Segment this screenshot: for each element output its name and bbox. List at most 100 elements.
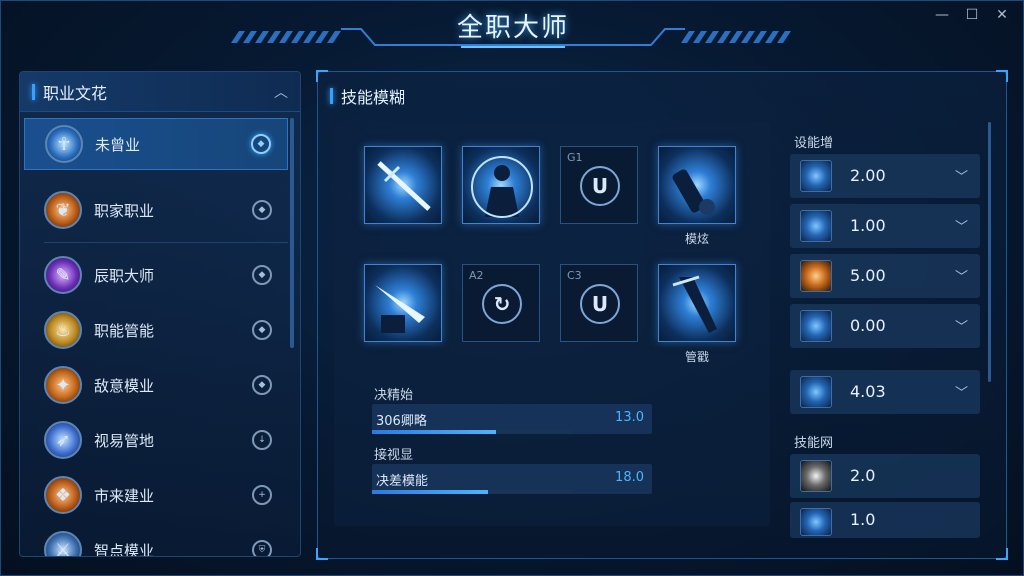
skill-grid: G1 U 模炫 A2 ↻ C3 U 管戳 决精始 306卿略 13.0 接视显 …: [334, 122, 770, 526]
job-radio[interactable]: ↓: [252, 430, 272, 450]
skill-slot[interactable]: C3 U: [560, 264, 638, 342]
stat-row[interactable]: 1.00 ﹀: [790, 204, 980, 248]
job-radio[interactable]: ◆: [252, 375, 272, 395]
stat-value: 1.0: [850, 510, 876, 529]
job-radio[interactable]: ◆: [252, 320, 272, 340]
slot-code: C3: [567, 269, 582, 282]
job-list-panel: 职业文花 ︿ ☥ 未曾业 ◆ ❦ 职家职业 ◆ ✎ 辰职大师 ◆ ♨ 职能管能 …: [19, 71, 301, 557]
job-item[interactable]: ➶ 视易管地 ↓: [24, 414, 288, 466]
job-radio[interactable]: ◆: [251, 134, 271, 154]
stat-value: 2.00: [850, 166, 886, 185]
arrow-icon: ➶: [44, 421, 82, 459]
accent-bar: [32, 83, 35, 100]
skill-caption: 管戳: [684, 350, 709, 364]
stats-scrollbar[interactable]: [988, 122, 991, 382]
skill-slot[interactable]: [364, 264, 442, 342]
job-item-label: 未曾业: [95, 135, 141, 154]
skill-slot[interactable]: [462, 146, 540, 224]
crest-icon: ❖: [44, 476, 82, 514]
chevron-up-icon[interactable]: ︿: [274, 82, 288, 102]
stat-bar: 306卿略 13.0: [372, 404, 652, 434]
stat-row[interactable]: 2.0: [790, 454, 980, 498]
skill-slot[interactable]: [364, 146, 442, 224]
job-list-scrollbar[interactable]: [290, 118, 294, 348]
job-item-label: 智点模业: [94, 541, 155, 557]
slot-glyph: ↻: [482, 284, 522, 324]
stat-value: 0.00: [850, 316, 886, 335]
slot-code: A2: [469, 269, 484, 282]
job-item[interactable]: ✎ 辰职大师 ◆: [24, 249, 288, 301]
chevron-down-icon[interactable]: ﹀: [955, 382, 968, 401]
job-item[interactable]: ♨ 职能管能 ◆: [24, 304, 288, 356]
app-window: 全职大师 — ☐ ✕ 职业文花 ︿ ☥ 未曾业 ◆ ❦ 职家职业 ◆ ✎ 辰职大…: [0, 0, 1024, 576]
sword-icon: ⚔: [44, 531, 82, 556]
job-item[interactable]: ☥ 未曾业 ◆: [24, 118, 288, 170]
job-item-label: 辰职大师: [94, 266, 155, 285]
chevron-down-icon[interactable]: ﹀: [955, 166, 968, 185]
divider: [44, 242, 288, 243]
job-item[interactable]: ⚔ 智点模业 ⛨: [24, 524, 288, 557]
job-radio[interactable]: ◆: [252, 200, 272, 220]
blade-icon: [375, 285, 425, 333]
job-radio[interactable]: ◆: [252, 265, 272, 285]
skill-slot[interactable]: G1 U: [560, 146, 638, 224]
job-list-header[interactable]: 职业文花: [20, 72, 300, 112]
job-item[interactable]: ❦ 职家职业 ◆: [24, 184, 288, 236]
bar-value: 13.0: [615, 410, 644, 425]
sword-icon: [377, 161, 431, 211]
leaf-icon: ❦: [44, 191, 82, 229]
crystal-icon: [800, 160, 832, 192]
spear-icon: [800, 310, 832, 342]
bar-fill: [372, 430, 496, 434]
maximize-button[interactable]: ☐: [961, 5, 983, 25]
skill-slot[interactable]: [658, 146, 736, 224]
minimize-button[interactable]: —: [931, 5, 953, 25]
stat-value: 1.00: [850, 216, 886, 235]
spire-icon: [800, 508, 832, 536]
corner-accent: [996, 70, 1008, 82]
job-item[interactable]: ✦ 敌意模业 ◆: [24, 359, 288, 411]
bar-track: [372, 490, 572, 494]
splash-icon: [800, 460, 832, 492]
stat-row[interactable]: 1.0: [790, 502, 980, 538]
silhouette-icon: ☥: [45, 125, 83, 163]
bar-name: 决差模能: [376, 474, 429, 489]
bar-label: 决精始: [374, 388, 414, 403]
job-radio[interactable]: +: [252, 485, 272, 505]
chevron-down-icon[interactable]: ﹀: [955, 216, 968, 235]
dagger-icon: [672, 275, 717, 333]
corner-accent: [316, 548, 328, 560]
corner-accent: [316, 70, 328, 82]
bar-value: 18.0: [615, 470, 644, 485]
job-item-label: 敌意模业: [94, 376, 155, 395]
close-button[interactable]: ✕: [991, 5, 1013, 25]
stats-column: 设能增 2.00 ﹀ 1.00 ﹀ 5.00 ﹀ 0.00 ﹀ 4.03 ﹀ 技…: [788, 122, 988, 542]
chevron-down-icon[interactable]: ﹀: [955, 316, 968, 335]
skill-slot[interactable]: A2 ↻: [462, 264, 540, 342]
stat-row[interactable]: 5.00 ﹀: [790, 254, 980, 298]
bar-name: 306卿略: [376, 414, 427, 429]
job-item[interactable]: ❖ 市来建业 +: [24, 469, 288, 521]
stat-value: 5.00: [850, 266, 886, 285]
bar-label: 接视显: [374, 448, 414, 463]
stat-row[interactable]: 4.03 ﹀: [790, 370, 980, 414]
bar-track: [372, 430, 572, 434]
title-stripes-right: [681, 31, 791, 43]
job-item-label: 市来建业: [94, 486, 155, 505]
skill-panel-title: 技能模糊: [341, 88, 406, 107]
job-item-label: 视易管地: [94, 431, 155, 450]
stats-header: 设能增: [794, 136, 834, 151]
flame-icon: ♨: [44, 311, 82, 349]
job-radio[interactable]: ⛨: [252, 540, 272, 556]
chevron-down-icon[interactable]: ﹀: [955, 266, 968, 285]
slot-code: G1: [567, 151, 583, 164]
stat-row[interactable]: 2.00 ﹀: [790, 154, 980, 198]
helmet-icon: [800, 260, 832, 292]
title-stripes-left: [231, 31, 341, 43]
skill-slot[interactable]: [658, 264, 736, 342]
burst-icon: [800, 376, 832, 408]
accent-bar: [330, 88, 333, 104]
skill-caption: 模炫: [684, 232, 709, 246]
stat-row[interactable]: 0.00 ﹀: [790, 304, 980, 348]
stat-bar: 决差模能 18.0: [372, 464, 652, 494]
